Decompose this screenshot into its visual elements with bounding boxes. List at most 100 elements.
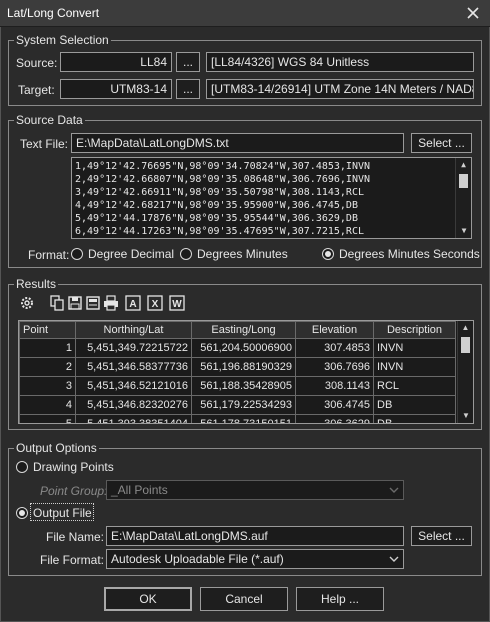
cell-easting: 561,179.22534293 [191, 395, 296, 415]
source-line: 3,49°12'42.66911"N,98°09'35.50798"W,308.… [75, 187, 364, 198]
drawing-points-radio[interactable] [16, 461, 28, 473]
ok-button[interactable]: OK [104, 587, 192, 611]
window-title: Lat/Long Convert [7, 6, 100, 20]
source-text-scrollbar[interactable]: ▲ ▼ [455, 158, 471, 238]
scroll-thumb[interactable] [459, 174, 468, 188]
table-row[interactable]: 3 5,451,346.52121016 561,188.35428905 30… [19, 376, 456, 396]
scroll-down-icon[interactable]: ▼ [456, 224, 471, 238]
cell-description: DB [373, 395, 456, 415]
table-row[interactable]: 5 5,451,393.38351404 561,178.73150151 30… [19, 414, 456, 423]
cell-elevation: 306.7696 [295, 357, 374, 377]
cell-description: RCL [373, 376, 456, 396]
cell-northing: 5,451,346.82320276 [75, 395, 192, 415]
output-file-label[interactable]: Output File [33, 506, 92, 520]
export-excel-icon[interactable]: X [146, 294, 164, 312]
cell-description: INVN [373, 357, 456, 377]
copy-icon[interactable] [48, 294, 66, 312]
cell-elevation: 306.4745 [295, 395, 374, 415]
format-dms-radio[interactable] [322, 248, 334, 260]
cell-point: 1 [19, 338, 76, 358]
source-label: Source: [16, 56, 58, 70]
file-format-dropdown[interactable]: Autodesk Uploadable File (*.auf) [106, 549, 404, 569]
cell-easting: 561,196.88190329 [191, 357, 296, 377]
scroll-up-icon[interactable]: ▲ [458, 321, 473, 335]
cell-easting: 561,178.73150151 [191, 414, 296, 423]
column-header-easting[interactable]: Easting/Long [191, 321, 296, 339]
file-name-label: File Name: [46, 530, 105, 544]
source-data-label: Source Data [14, 113, 85, 127]
source-description: [LL84/4326] WGS 84 Unitless [206, 52, 474, 72]
results-scrollbar[interactable]: ▲ ▼ [457, 321, 473, 423]
save-icon[interactable] [66, 294, 84, 312]
print-icon[interactable] [102, 294, 120, 312]
format-label: Format: [28, 248, 70, 262]
target-label: Target: [18, 83, 55, 97]
text-file-select-button[interactable]: Select ... [411, 133, 472, 153]
output-options-label: Output Options [14, 441, 99, 455]
source-text-preview[interactable]: 1,49°12'42.76695"N,98°09'34.70824"W,307.… [71, 157, 472, 239]
cell-easting: 561,204.50006900 [191, 338, 296, 358]
scroll-up-icon[interactable]: ▲ [456, 158, 471, 172]
text-file-field[interactable]: E:\MapData\LatLongDMS.txt [71, 133, 404, 153]
cell-point: 2 [19, 357, 76, 377]
cell-description: INVN [373, 338, 456, 358]
cell-point: 4 [19, 395, 76, 415]
format-degree-decimal-radio[interactable] [71, 248, 83, 260]
system-selection-label: System Selection [14, 33, 111, 47]
radio-selected-dot [325, 251, 331, 257]
format-degrees-minutes-radio[interactable] [180, 248, 192, 260]
svg-text:A: A [129, 299, 136, 310]
svg-text:W: W [172, 299, 182, 310]
column-header-description[interactable]: Description [373, 321, 456, 339]
file-format-label: File Format: [40, 553, 105, 567]
source-line: 4,49°12'42.68217"N,98°09'35.95900"W,306.… [75, 200, 358, 211]
export-autocad-icon[interactable]: A [124, 294, 142, 312]
results-header-row: Point Northing/Lat Easting/Long Elevatio… [19, 321, 456, 339]
close-button[interactable] [462, 3, 484, 23]
table-row[interactable]: 2 5,451,346.58377736 561,196.88190329 30… [19, 357, 456, 377]
cell-point: 3 [19, 376, 76, 396]
column-header-elevation[interactable]: Elevation [295, 321, 374, 339]
cell-point: 5 [19, 414, 76, 423]
results-table: Point Northing/Lat Easting/Long Elevatio… [19, 321, 456, 423]
source-system-field[interactable]: LL84 [60, 52, 172, 72]
scroll-thumb[interactable] [461, 337, 470, 353]
cancel-button[interactable]: Cancel [200, 587, 288, 611]
format-degrees-minutes-label[interactable]: Degrees Minutes [197, 247, 288, 261]
results-label: Results [14, 277, 59, 291]
file-name-select-button[interactable]: Select ... [411, 526, 472, 546]
point-group-dropdown: _All Points [106, 480, 404, 500]
table-row[interactable]: 1 5,451,349.72215722 561,204.50006900 30… [19, 338, 456, 358]
column-header-northing[interactable]: Northing/Lat [75, 321, 192, 339]
point-group-label: Point Group: [40, 484, 108, 498]
target-system-field[interactable]: UTM83-14 [60, 79, 172, 99]
point-group-value: _All Points [111, 483, 168, 497]
scroll-down-icon[interactable]: ▼ [458, 409, 473, 423]
source-browse-button[interactable]: ... [176, 52, 200, 72]
format-degree-decimal-label[interactable]: Degree Decimal [88, 247, 174, 261]
results-grid[interactable]: Point Northing/Lat Easting/Long Elevatio… [18, 320, 474, 424]
format-dms-label[interactable]: Degrees Minutes Seconds [339, 247, 480, 261]
radio-selected-dot [19, 510, 25, 516]
save-as-icon[interactable] [84, 294, 102, 312]
chevron-down-icon [389, 556, 399, 562]
table-row[interactable]: 4 5,451,346.82320276 561,179.22534293 30… [19, 395, 456, 415]
export-word-icon[interactable]: W [168, 294, 186, 312]
column-header-point[interactable]: Point [19, 321, 76, 339]
cell-elevation: 308.1143 [295, 376, 374, 396]
help-button[interactable]: Help ... [296, 587, 384, 611]
drawing-points-label[interactable]: Drawing Points [33, 460, 114, 474]
cell-description: DB [373, 414, 456, 423]
target-description: [UTM83-14/26914] UTM Zone 14N Meters / N… [206, 79, 474, 99]
source-line: 5,49°12'44.17876"N,98°09'35.95544"W,306.… [75, 213, 358, 224]
cell-northing: 5,451,393.38351404 [75, 414, 192, 423]
cell-northing: 5,451,346.52121016 [75, 376, 192, 396]
chevron-down-icon [389, 487, 399, 493]
cell-northing: 5,451,349.72215722 [75, 338, 192, 358]
settings-icon[interactable] [18, 294, 36, 312]
target-browse-button[interactable]: ... [176, 79, 200, 99]
file-name-field[interactable]: E:\MapData\LatLongDMS.auf [106, 526, 404, 546]
source-line: 1,49°12'42.76695"N,98°09'34.70824"W,307.… [75, 161, 371, 172]
text-file-label: Text File: [20, 137, 69, 151]
output-file-radio[interactable] [16, 507, 28, 519]
